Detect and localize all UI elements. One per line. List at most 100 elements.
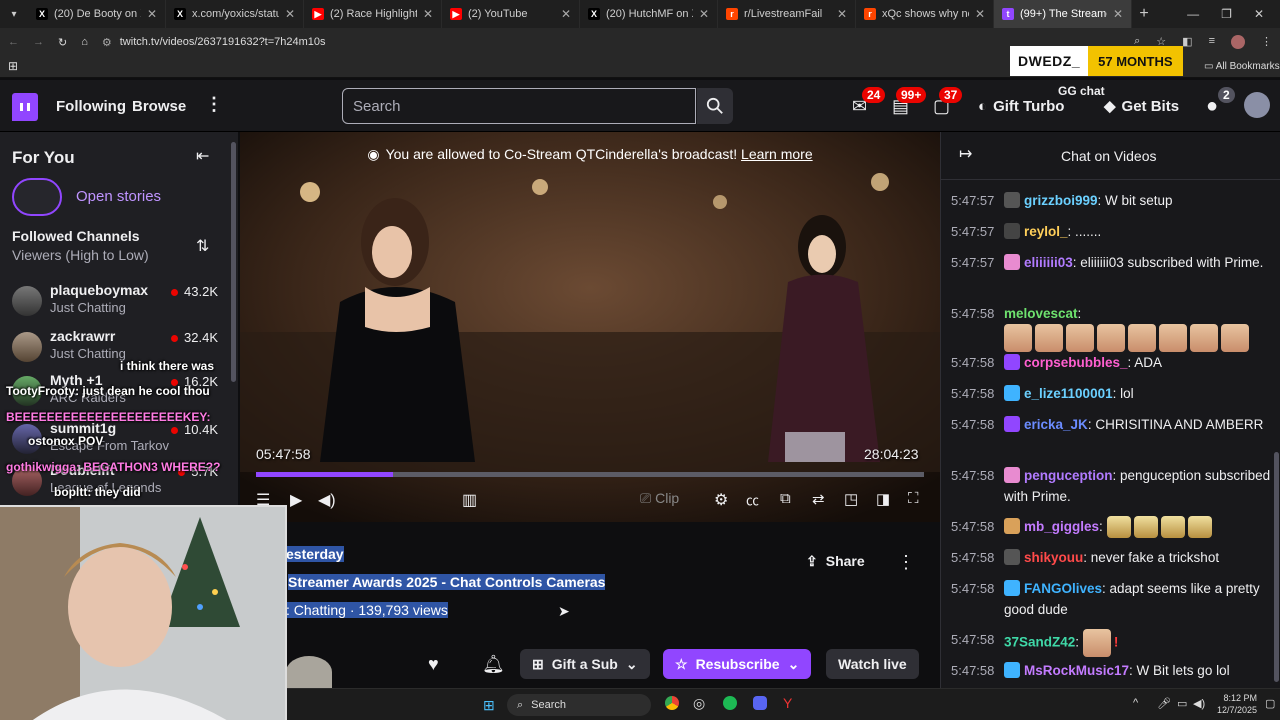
resubscribe-button[interactable]: ☆ Resubscribe ⌄ bbox=[663, 649, 812, 679]
browser-tab[interactable]: X (20) De Booty on X: "Dres ✕ bbox=[28, 0, 166, 28]
apps-grid-icon[interactable]: ⊞ bbox=[8, 59, 18, 73]
menu-icon[interactable]: ⋮ bbox=[1261, 35, 1272, 49]
app-icon[interactable]: ◎ bbox=[693, 695, 705, 712]
chat-username[interactable]: ericka_JK bbox=[1024, 417, 1088, 432]
collapse-chat-icon[interactable]: ↦ bbox=[959, 144, 972, 164]
close-window-icon[interactable]: ✕ bbox=[1254, 7, 1264, 21]
sidebar-scrollbar[interactable] bbox=[231, 142, 236, 382]
maximize-icon[interactable]: ❐ bbox=[1221, 7, 1232, 21]
chat-username[interactable]: eliiiiii03 bbox=[1024, 255, 1073, 270]
browser-tab[interactable]: Xx.com/yoxics/status/1997 ✕ bbox=[166, 0, 304, 28]
taskbar-clock[interactable]: 8:12 PM 12/7/2025 bbox=[1207, 692, 1257, 716]
twitch-logo-icon[interactable] bbox=[12, 93, 38, 121]
taskbar-search[interactable]: ⌕ Search bbox=[507, 694, 651, 716]
back-icon[interactable]: ← bbox=[8, 36, 19, 48]
mini-player-icon[interactable]: ◳ bbox=[844, 490, 858, 508]
open-stories-link[interactable]: Open stories bbox=[76, 188, 161, 205]
emote-icon[interactable] bbox=[1066, 324, 1094, 352]
media-icon[interactable]: ≡ bbox=[1209, 35, 1215, 49]
play-icon[interactable]: ▶ bbox=[290, 490, 302, 510]
chat-username[interactable]: penguception bbox=[1024, 468, 1113, 483]
browser-tab[interactable]: ▶ (2) YouTube ✕ bbox=[442, 0, 580, 28]
emote-icon[interactable] bbox=[1082, 629, 1111, 657]
emote-icon[interactable] bbox=[1187, 516, 1212, 539]
all-bookmarks-button[interactable]: ▭ All Bookmarks bbox=[1204, 61, 1280, 72]
stories-avatar[interactable] bbox=[12, 178, 62, 216]
minimize-icon[interactable]: — bbox=[1187, 7, 1199, 21]
exclamation-emote-icon[interactable]: ! bbox=[1114, 635, 1119, 650]
browser-tab[interactable]: t (99+) The Streamer Awa ✕ bbox=[994, 0, 1132, 28]
cast-icon[interactable]: ⧉ bbox=[780, 490, 791, 507]
close-tab-icon[interactable]: ✕ bbox=[699, 7, 709, 21]
forward-icon[interactable]: → bbox=[33, 36, 44, 48]
user-avatar[interactable] bbox=[1244, 92, 1270, 118]
learn-more-link[interactable]: Learn more bbox=[741, 146, 813, 162]
extensions-icon[interactable]: ◧ bbox=[1182, 35, 1192, 49]
watch-live-button[interactable]: Watch live bbox=[826, 649, 919, 679]
tray-chevron-icon[interactable]: ^ bbox=[1133, 697, 1138, 709]
tray-mic-icon[interactable]: 🎤︎ bbox=[1157, 697, 1171, 710]
site-info-icon[interactable]: ⚙ bbox=[102, 36, 112, 49]
follow-heart-icon[interactable]: ♥ bbox=[428, 654, 439, 675]
chat-username[interactable]: shikyouu bbox=[1024, 550, 1083, 565]
profile-avatar[interactable] bbox=[1231, 35, 1245, 49]
video-player[interactable] bbox=[240, 132, 940, 522]
close-tab-icon[interactable]: ✕ bbox=[423, 7, 433, 21]
captions-icon[interactable]: ㏄ bbox=[746, 490, 759, 509]
emote-icon[interactable] bbox=[1004, 324, 1032, 352]
sidebar-channel[interactable]: plaqueboymax Just Chatting 43.2K bbox=[12, 282, 232, 322]
discord-icon[interactable] bbox=[753, 696, 767, 710]
profile-drops-icon[interactable]: ● bbox=[1206, 95, 1218, 118]
more-icon[interactable]: ⋮ bbox=[205, 94, 223, 115]
search-button[interactable] bbox=[697, 88, 733, 124]
url-field[interactable]: twitch.tv/videos/2637191632?t=7h24m10s bbox=[120, 36, 326, 48]
browse-link[interactable]: Browse bbox=[132, 98, 186, 115]
volume-icon[interactable]: ◀) bbox=[318, 490, 336, 510]
chat-username[interactable]: melovescat bbox=[1004, 306, 1078, 321]
close-tab-icon[interactable]: ✕ bbox=[561, 7, 571, 21]
share-button[interactable]: ⇪ Share bbox=[794, 546, 877, 576]
browser-tab[interactable]: r xQc shows why not a sing ✕ bbox=[856, 0, 994, 28]
seek-bar[interactable] bbox=[256, 472, 924, 477]
home-icon[interactable]: ⌂ bbox=[81, 36, 88, 48]
chat-username[interactable]: e_lize1100001 bbox=[1024, 386, 1113, 401]
close-tab-icon[interactable]: ✕ bbox=[837, 7, 847, 21]
spotify-icon[interactable] bbox=[723, 696, 737, 710]
following-link[interactable]: Following bbox=[56, 98, 126, 115]
clip-button[interactable]: ⎚ Clip bbox=[640, 490, 679, 507]
emote-icon[interactable] bbox=[1097, 324, 1125, 352]
new-tab-button[interactable]: + bbox=[1132, 5, 1156, 23]
browser-tab[interactable]: X (20) HutchMF on X: "Wtf ✕ bbox=[580, 0, 718, 28]
tray-network-icon[interactable]: ▭ bbox=[1177, 697, 1187, 710]
close-tab-icon[interactable]: ✕ bbox=[147, 7, 157, 21]
emote-icon[interactable] bbox=[1035, 324, 1063, 352]
chat-username[interactable]: FANGOlives bbox=[1024, 581, 1102, 596]
emote-icon[interactable] bbox=[1221, 324, 1249, 352]
start-windows-icon[interactable]: ⊞ bbox=[483, 697, 495, 714]
get-bits-button[interactable]: ◆ Get Bits bbox=[1094, 91, 1189, 121]
theatre-mode-icon[interactable]: ◨ bbox=[876, 490, 890, 508]
app-y-icon[interactable]: Y bbox=[783, 695, 792, 711]
close-tab-icon[interactable]: ✕ bbox=[975, 7, 985, 21]
channel-avatar[interactable] bbox=[286, 656, 332, 688]
reload-icon[interactable]: ↻ bbox=[58, 36, 67, 49]
emote-icon[interactable] bbox=[1133, 516, 1158, 539]
emote-icon[interactable] bbox=[1159, 324, 1187, 352]
chat-username[interactable]: reylol_ bbox=[1024, 224, 1068, 239]
collapse-sidebar-icon[interactable]: ⇤ bbox=[196, 146, 209, 166]
chat-username[interactable]: mb_giggles bbox=[1024, 519, 1099, 534]
chat-username[interactable]: grizzboi999 bbox=[1024, 193, 1098, 208]
emote-icon[interactable] bbox=[1160, 516, 1185, 539]
chat-username[interactable]: 37SandZ42 bbox=[1004, 635, 1075, 650]
tab-search-icon[interactable]: ▾ bbox=[0, 0, 28, 28]
notification-bell-icon[interactable]: 🔔︎ bbox=[482, 654, 505, 675]
chrome-icon[interactable] bbox=[665, 696, 679, 710]
sort-icon[interactable]: ⇅ bbox=[196, 236, 209, 256]
emote-icon[interactable] bbox=[1106, 516, 1131, 539]
audio-only-icon[interactable]: ▥ bbox=[462, 490, 477, 510]
settings-icon[interactable]: ⚙ bbox=[714, 490, 728, 510]
emote-icon[interactable] bbox=[1190, 324, 1218, 352]
costream-icon[interactable]: ⇄ bbox=[812, 490, 825, 508]
browser-tab[interactable]: r r/LivestreamFail ✕ bbox=[718, 0, 856, 28]
close-tab-icon[interactable]: ✕ bbox=[1113, 7, 1123, 21]
